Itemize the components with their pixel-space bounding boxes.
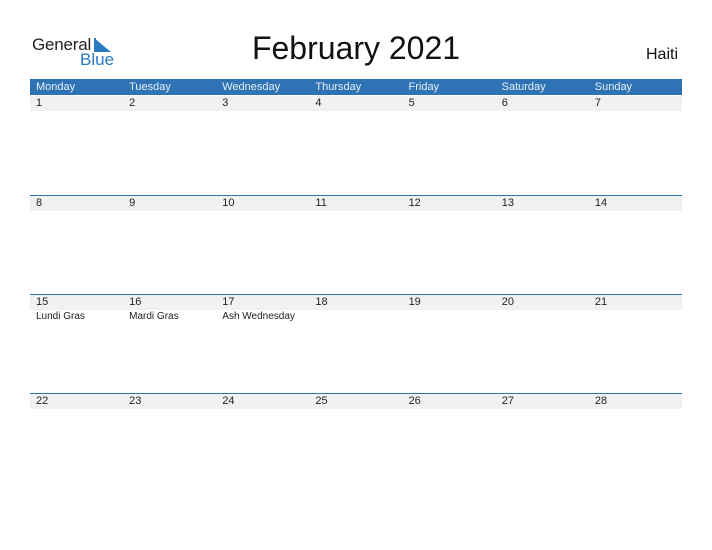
weekday-thursday: Thursday <box>315 81 362 93</box>
day-cell[interactable]: 28 <box>589 394 682 409</box>
day-number: 5 <box>408 97 415 109</box>
day-number: 22 <box>36 395 49 407</box>
day-number: 23 <box>129 395 142 407</box>
weekday-tuesday: Tuesday <box>129 81 171 93</box>
day-number: 18 <box>315 296 328 308</box>
day-number: 11 <box>315 197 327 209</box>
holiday-label: Mardi Gras <box>129 311 179 322</box>
day-number: 28 <box>594 395 608 407</box>
day-cell[interactable]: 25 <box>309 394 402 409</box>
day-number: 13 <box>501 197 514 209</box>
day-cell[interactable]: 12 <box>403 196 496 211</box>
day-number: 12 <box>408 197 421 209</box>
day-cell[interactable]: 1 <box>30 96 123 111</box>
day-cell[interactable]: 10 <box>216 196 309 211</box>
calendar-title: February 2021 <box>251 30 461 66</box>
day-number: 8 <box>36 197 43 209</box>
day-cell[interactable]: 21 <box>589 295 682 310</box>
day-cell[interactable]: 7 <box>589 96 682 111</box>
day-number: 10 <box>222 197 235 209</box>
day-cell[interactable]: 14 <box>589 196 682 211</box>
weekday-monday: Monday <box>36 81 76 93</box>
day-number: 20 <box>501 296 514 308</box>
day-number: 24 <box>222 395 235 407</box>
day-number: 16 <box>129 296 142 308</box>
day-cell[interactable]: 27 <box>496 394 589 409</box>
day-number: 14 <box>594 197 608 209</box>
day-cell[interactable]: 26 <box>403 394 496 409</box>
country-label: Haiti <box>645 46 678 63</box>
day-number: 1 <box>36 97 43 109</box>
day-cell[interactable]: 9 <box>123 196 216 211</box>
day-cell[interactable]: 23 <box>123 394 216 409</box>
day-number: 6 <box>501 97 508 109</box>
holiday-label: Ash Wednesday <box>222 311 295 322</box>
day-number: 21 <box>594 296 608 308</box>
day-cell[interactable]: 11 <box>309 196 402 211</box>
day-cell[interactable]: 2 <box>123 96 216 111</box>
day-number: 26 <box>408 395 421 407</box>
day-number: 15 <box>36 296 49 308</box>
weekday-saturday: Saturday <box>501 81 546 93</box>
day-number: 25 <box>315 395 328 407</box>
weekday-friday: Friday <box>408 81 440 93</box>
day-number: 17 <box>222 296 235 308</box>
day-number: 19 <box>408 296 421 308</box>
holiday-label: Lundi Gras <box>36 311 85 322</box>
day-cell[interactable]: 22 <box>30 394 123 409</box>
day-cell[interactable]: 4 <box>309 96 402 111</box>
day-cell[interactable]: 19 <box>403 295 496 310</box>
weekday-header: Monday Tuesday Wednesday Thursday Friday… <box>30 79 682 95</box>
weekday-sunday: Sunday <box>594 81 633 93</box>
day-cell[interactable]: 16 Mardi Gras <box>123 295 216 323</box>
day-number: 2 <box>129 97 136 109</box>
day-cell[interactable]: 5 <box>403 96 496 111</box>
day-cell[interactable]: 15 Lundi Gras <box>30 295 123 323</box>
day-number: 7 <box>594 97 601 109</box>
day-number: 27 <box>501 395 514 407</box>
day-cell[interactable]: 24 <box>216 394 309 409</box>
day-cell[interactable]: 20 <box>496 295 589 310</box>
day-cell[interactable]: 17 Ash Wednesday <box>216 295 309 323</box>
day-number: 4 <box>315 97 322 109</box>
weekday-wednesday: Wednesday <box>222 81 281 93</box>
day-cell[interactable]: 13 <box>496 196 589 211</box>
day-number: 9 <box>129 197 136 209</box>
day-cell[interactable]: 6 <box>496 96 589 111</box>
day-cell[interactable]: 8 <box>30 196 123 211</box>
day-number: 3 <box>222 97 229 109</box>
day-cell[interactable]: 3 <box>216 96 309 111</box>
day-cell[interactable]: 18 <box>309 295 402 310</box>
